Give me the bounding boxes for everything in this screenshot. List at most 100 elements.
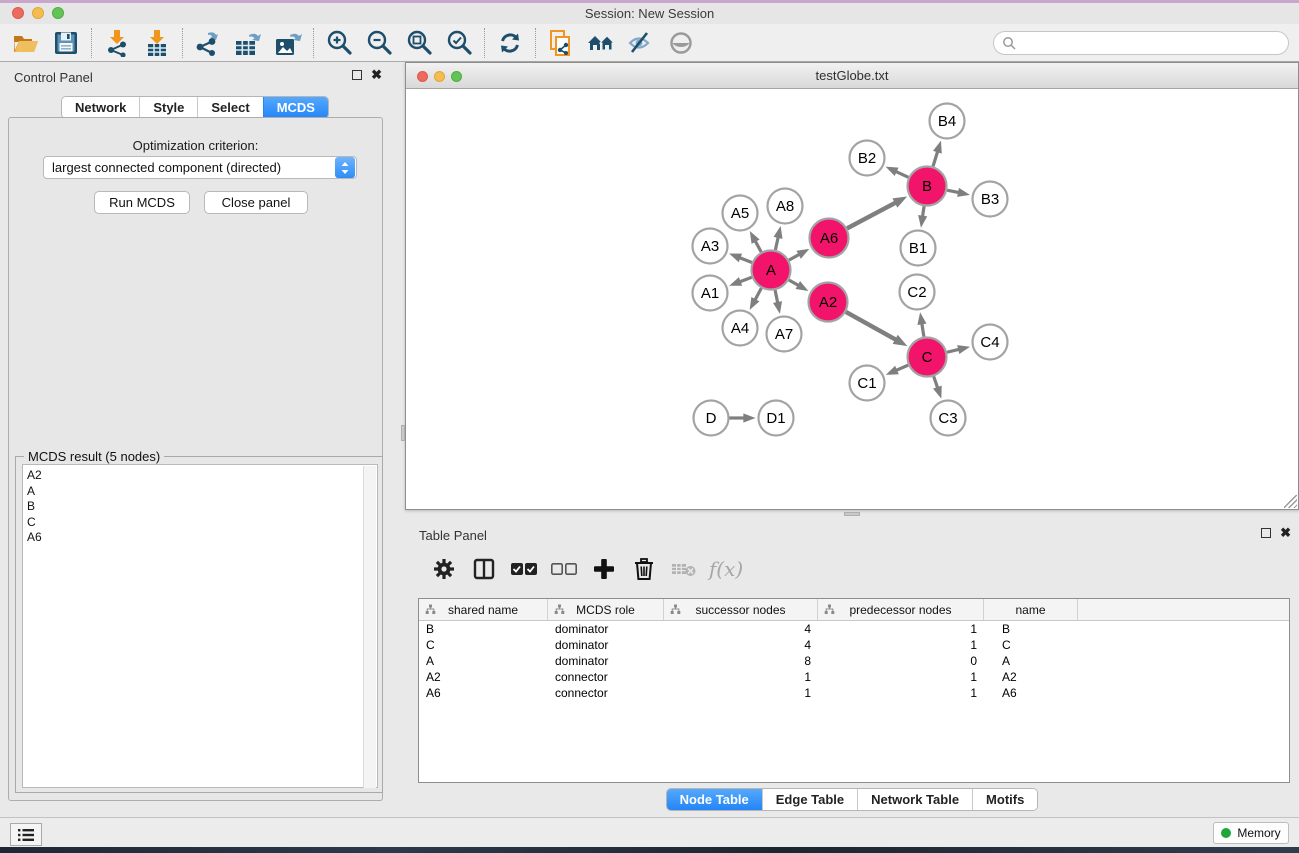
zoom-out-button[interactable] — [359, 26, 399, 60]
tab-select[interactable]: Select — [197, 97, 262, 118]
table-cell[interactable]: dominator — [548, 638, 664, 652]
tab-style[interactable]: Style — [139, 97, 197, 118]
close-panel-icon[interactable]: ✖ — [371, 70, 382, 80]
table-cell[interactable]: connector — [548, 670, 664, 684]
result-scrollbar[interactable] — [363, 466, 376, 788]
optimization-criterion-select[interactable]: largest connected component (directed) — [43, 156, 357, 179]
table-cell[interactable]: C — [984, 638, 1078, 652]
table-cell[interactable]: 0 — [818, 654, 984, 668]
table-row[interactable]: Cdominator41C — [419, 637, 1289, 653]
import-table-button[interactable] — [137, 26, 177, 60]
delete-column-button[interactable] — [626, 551, 662, 587]
column-header-predecessor-nodes[interactable]: predecessor nodes — [818, 599, 984, 620]
mcds-result-item[interactable]: A — [27, 484, 377, 500]
hide-selection-button[interactable] — [621, 26, 661, 60]
graph-node-A6[interactable]: A6 — [810, 219, 849, 258]
graph-edge-B-B3[interactable] — [947, 190, 959, 192]
column-header-MCDS-role[interactable]: MCDS role — [548, 599, 664, 620]
tab-mcds[interactable]: MCDS — [263, 97, 328, 118]
graph-node-A[interactable]: A — [752, 251, 791, 290]
graph-edge-C-C4[interactable] — [947, 349, 959, 352]
memory-button[interactable]: Memory — [1213, 822, 1289, 844]
table-cell[interactable]: B — [419, 622, 548, 636]
mcds-result-list[interactable]: A2ABCA6 — [22, 464, 378, 788]
table-cell[interactable]: 1 — [664, 670, 818, 684]
graph-node-B3[interactable]: B3 — [973, 182, 1008, 217]
close-network-window-button[interactable] — [417, 71, 428, 82]
table-row[interactable]: A6connector11A6 — [419, 685, 1289, 701]
mcds-result-item[interactable]: C — [27, 515, 377, 531]
table-cell[interactable]: 1 — [818, 670, 984, 684]
graph-edge-A6-B[interactable] — [847, 203, 896, 229]
minimize-window-button[interactable] — [32, 7, 44, 19]
run-mcds-button[interactable]: Run MCDS — [94, 191, 190, 214]
table-cell[interactable]: 1 — [818, 622, 984, 636]
zoom-network-window-button[interactable] — [451, 71, 462, 82]
table-cell[interactable]: B — [984, 622, 1078, 636]
refresh-button[interactable] — [490, 26, 530, 60]
graph-edge-A-A4[interactable] — [755, 288, 761, 300]
zoom-fit-button[interactable] — [399, 26, 439, 60]
frame-handle-west[interactable] — [401, 425, 405, 441]
function-builder-button[interactable]: f(x) — [706, 551, 742, 587]
table-cell[interactable]: dominator — [548, 654, 664, 668]
graph-node-D1[interactable]: D1 — [759, 401, 794, 436]
float-panel-icon[interactable] — [352, 70, 362, 80]
graph-edge-A2-C[interactable] — [846, 312, 896, 340]
table-row[interactable]: Adominator80A — [419, 653, 1289, 669]
graph-node-A4[interactable]: A4 — [723, 311, 758, 346]
tab-network-table[interactable]: Network Table — [857, 789, 972, 810]
mcds-result-item[interactable]: B — [27, 499, 377, 515]
table-cell[interactable]: A2 — [984, 670, 1078, 684]
column-header-successor-nodes[interactable]: successor nodes — [664, 599, 818, 620]
network-canvas[interactable]: B4B2BB3A5A8A6B1A3AA1C2A2A4A7C4CC1C3DD1 — [406, 89, 1298, 509]
graph-edge-C-C1[interactable] — [896, 365, 908, 370]
search-input[interactable] — [1016, 36, 1288, 50]
duplicate-network-button[interactable] — [541, 26, 581, 60]
table-cell[interactable]: 1 — [818, 686, 984, 700]
export-table-button[interactable] — [228, 26, 268, 60]
table-cell[interactable]: A6 — [419, 686, 548, 700]
graph-node-A1[interactable]: A1 — [693, 276, 728, 311]
zoom-window-button[interactable] — [52, 7, 64, 19]
show-all-button[interactable] — [661, 26, 701, 60]
minimize-network-window-button[interactable] — [434, 71, 445, 82]
mcds-result-item[interactable]: A2 — [27, 468, 377, 484]
graph-edge-B-B4[interactable] — [933, 151, 938, 166]
table-cell[interactable]: 4 — [664, 622, 818, 636]
frame-handle-south[interactable] — [844, 512, 860, 516]
graph-node-C[interactable]: C — [908, 338, 947, 377]
table-cell[interactable]: A — [984, 654, 1078, 668]
delete-table-button[interactable] — [666, 551, 702, 587]
graph-node-C2[interactable]: C2 — [900, 275, 935, 310]
graph-edge-C-C3[interactable] — [934, 376, 938, 388]
graph-node-C1[interactable]: C1 — [850, 366, 885, 401]
close-panel-button[interactable]: Close panel — [204, 191, 308, 214]
graph-edge-A-A7[interactable] — [775, 290, 778, 303]
neighbors-button[interactable] — [581, 26, 621, 60]
table-cell[interactable]: dominator — [548, 622, 664, 636]
table-cell[interactable]: A2 — [419, 670, 548, 684]
table-cell[interactable]: A — [419, 654, 548, 668]
show-columns-button[interactable] — [466, 551, 502, 587]
graph-edge-A-A6[interactable] — [789, 254, 800, 260]
table-cell[interactable]: 4 — [664, 638, 818, 652]
table-cell[interactable]: 8 — [664, 654, 818, 668]
graph-edge-C-C2[interactable] — [922, 323, 924, 336]
network-window-titlebar[interactable]: testGlobe.txt — [406, 63, 1298, 89]
graph-edge-B-B1[interactable] — [923, 206, 925, 216]
graph-edge-A-A1[interactable] — [740, 277, 752, 282]
graph-edge-A-A2[interactable] — [789, 280, 799, 285]
table-cell[interactable]: A6 — [984, 686, 1078, 700]
graph-node-A8[interactable]: A8 — [768, 189, 803, 224]
zoom-selected-button[interactable] — [439, 26, 479, 60]
save-session-button[interactable] — [46, 26, 86, 60]
column-header-name[interactable]: name — [984, 599, 1078, 620]
graph-node-B2[interactable]: B2 — [850, 141, 885, 176]
graph-node-A7[interactable]: A7 — [767, 317, 802, 352]
close-table-panel-icon[interactable]: ✖ — [1280, 528, 1291, 538]
table-cell[interactable]: 1 — [664, 686, 818, 700]
graph-node-B4[interactable]: B4 — [930, 104, 965, 139]
mcds-result-item[interactable]: A6 — [27, 530, 377, 546]
graph-node-B[interactable]: B — [908, 167, 947, 206]
